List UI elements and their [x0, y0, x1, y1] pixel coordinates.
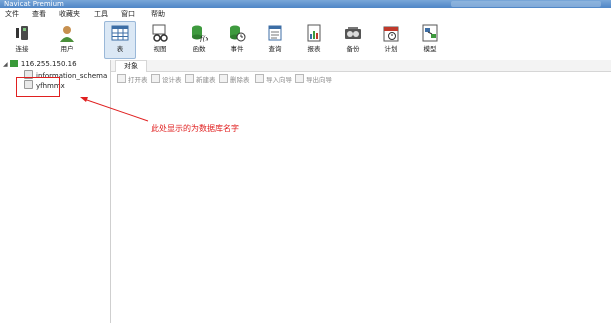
delete-table-icon: [219, 74, 228, 83]
backup-label: 备份: [346, 45, 360, 53]
svg-text:f(x): f(x): [199, 35, 208, 42]
highlight-box: [16, 77, 60, 97]
expand-arrow-icon[interactable]: ◢: [3, 61, 8, 68]
event-label: 事件: [230, 45, 244, 53]
new-table-label: 新建表: [196, 76, 216, 84]
table-icon: [111, 24, 129, 42]
function-button[interactable]: f(x) 函数: [185, 22, 213, 58]
user-icon: [58, 24, 76, 42]
import-wizard-label: 导入向导: [266, 76, 292, 84]
report-button[interactable]: 报表: [300, 22, 328, 58]
delete-table-button[interactable]: 删除表: [219, 74, 250, 86]
design-table-label: 设计表: [162, 76, 182, 84]
view-label: 视图: [153, 45, 167, 53]
menu-file[interactable]: 文件: [5, 9, 19, 19]
report-label: 报表: [307, 45, 321, 53]
tree-connection-row[interactable]: ◢ 116.255.150.16: [3, 60, 77, 69]
schedule-button[interactable]: 计划: [377, 22, 405, 58]
view-icon: [151, 24, 169, 42]
connection-name: 116.255.150.16: [20, 60, 77, 68]
connection-icon: [9, 60, 18, 67]
menu-favorites[interactable]: 收藏夹: [59, 9, 80, 19]
event-button[interactable]: 事件: [223, 22, 251, 58]
new-table-icon: [185, 74, 194, 83]
user-label: 用户: [60, 45, 74, 53]
menu-window[interactable]: 窗口: [121, 9, 135, 19]
import-wizard-button[interactable]: 导入向导: [255, 74, 292, 86]
import-icon: [255, 74, 264, 83]
view-button[interactable]: 视图: [146, 22, 174, 58]
schedule-label: 计划: [384, 45, 398, 53]
calendar-icon: [382, 24, 400, 42]
title-bar: Navicat Premium: [0, 0, 611, 8]
report-icon: [305, 24, 323, 42]
export-icon: [295, 74, 304, 83]
new-table-button[interactable]: 新建表: [185, 74, 216, 86]
query-button[interactable]: 查询: [261, 22, 289, 58]
tab-strip: 对象: [111, 60, 611, 72]
model-label: 模型: [423, 45, 437, 53]
connection-tree-panel: ◢ 116.255.150.16 information_schema yfhm…: [0, 60, 111, 323]
main-area: 对象 打开表 设计表 新建表 删除表 导入向导 导出向导: [111, 60, 611, 323]
tab-objects[interactable]: 对象: [115, 60, 147, 72]
open-table-button[interactable]: 打开表: [117, 74, 148, 86]
export-wizard-label: 导出向导: [306, 76, 332, 84]
open-table-icon: [117, 74, 126, 83]
menu-tools[interactable]: 工具: [94, 9, 108, 19]
backup-button[interactable]: 备份: [339, 22, 367, 58]
function-label: 函数: [192, 45, 206, 53]
plug-icon: [13, 24, 31, 42]
design-table-button[interactable]: 设计表: [151, 74, 182, 86]
object-action-bar: 打开表 设计表 新建表 删除表 导入向导 导出向导: [111, 74, 611, 86]
model-icon: [421, 24, 439, 42]
table-label: 表: [116, 45, 124, 53]
menu-bar: 文件 查看 收藏夹 工具 窗口 帮助: [0, 9, 611, 19]
connect-button[interactable]: 连接: [8, 22, 36, 58]
delete-table-label: 删除表: [230, 76, 250, 84]
query-icon: [266, 24, 284, 42]
open-table-label: 打开表: [128, 76, 148, 84]
connect-label: 连接: [15, 45, 29, 53]
title-bar-controls-blurred: [451, 1, 601, 7]
query-label: 查询: [268, 45, 282, 53]
window-title: Navicat Premium: [4, 0, 64, 8]
export-wizard-button[interactable]: 导出向导: [295, 74, 332, 86]
menu-view[interactable]: 查看: [32, 9, 46, 19]
toolbar: 连接 用户 表 视图 f(x) 函数 事件 查询: [0, 20, 611, 61]
design-table-icon: [151, 74, 160, 83]
table-button[interactable]: 表: [104, 21, 136, 59]
model-button[interactable]: 模型: [416, 22, 444, 58]
event-icon: [228, 24, 246, 42]
function-icon: f(x): [190, 24, 212, 43]
backup-icon: [344, 24, 362, 42]
annotation-note: 此处显示的为数据库名字: [151, 124, 239, 133]
menu-help[interactable]: 帮助: [151, 9, 165, 19]
user-button[interactable]: 用户: [53, 22, 81, 58]
